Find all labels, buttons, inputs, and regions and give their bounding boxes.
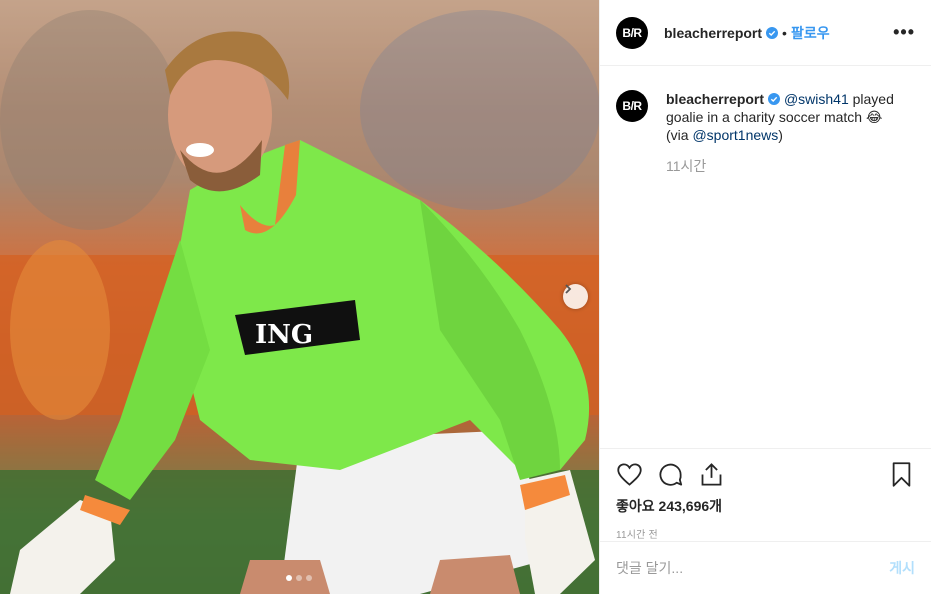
next-image-button[interactable]	[563, 284, 588, 309]
verified-badge-icon	[768, 93, 781, 105]
caption: B/R bleacherreport @swish41 played goali…	[616, 82, 915, 175]
avatar[interactable]: B/R	[616, 16, 648, 49]
sponsor-logo: ING	[255, 320, 313, 350]
follow-button[interactable]: 팔로우	[791, 23, 830, 43]
share-icon[interactable]	[698, 461, 725, 488]
goalkeeper-photo: ING	[0, 0, 599, 594]
mention-sport1news[interactable]: @sport1news	[692, 127, 778, 143]
post-side-panel: B/R bleacherreport • 팔로우 ••• B/R bleache…	[599, 0, 931, 594]
more-options-button[interactable]: •••	[893, 22, 915, 43]
heart-icon[interactable]	[616, 461, 643, 488]
caption-text-via: (via	[666, 127, 693, 143]
carousel-dot	[306, 575, 312, 581]
carousel-dot	[286, 575, 292, 581]
action-bar: 좋아요 243,696개 11시간 전	[600, 448, 931, 541]
action-icons	[616, 459, 915, 489]
instagram-post: ING B/R bleacherreport • 팔로우 ••• B/R ble…	[0, 0, 931, 594]
carousel-indicator	[286, 575, 312, 581]
caption-body: bleacherreport @swish41 played goalie in…	[666, 82, 906, 175]
comment-icon[interactable]	[657, 461, 684, 488]
add-comment-bar: 게시	[600, 541, 931, 594]
likes-count[interactable]: 좋아요 243,696개	[616, 496, 915, 516]
caption-age[interactable]: 11시간	[666, 157, 906, 175]
separator: •	[782, 24, 787, 41]
bookmark-icon[interactable]	[888, 461, 915, 488]
caption-text-close: )	[778, 127, 783, 143]
post-header: B/R bleacherreport • 팔로우 •••	[600, 0, 931, 66]
verified-badge-icon	[766, 26, 779, 39]
comment-input[interactable]	[616, 560, 890, 576]
post-timestamp[interactable]: 11시간 전	[616, 526, 915, 541]
header-username[interactable]: bleacherreport	[664, 25, 762, 41]
mention-swish41[interactable]: @swish41	[784, 91, 849, 107]
post-comment-button[interactable]: 게시	[889, 558, 915, 578]
caption-username[interactable]: bleacherreport	[666, 91, 764, 107]
chevron-right-icon	[565, 284, 572, 294]
caption-avatar[interactable]: B/R	[616, 90, 648, 122]
comments-section: B/R bleacherreport @swish41 played goali…	[600, 66, 931, 175]
carousel-dot	[296, 575, 302, 581]
post-image[interactable]: ING	[0, 0, 599, 594]
